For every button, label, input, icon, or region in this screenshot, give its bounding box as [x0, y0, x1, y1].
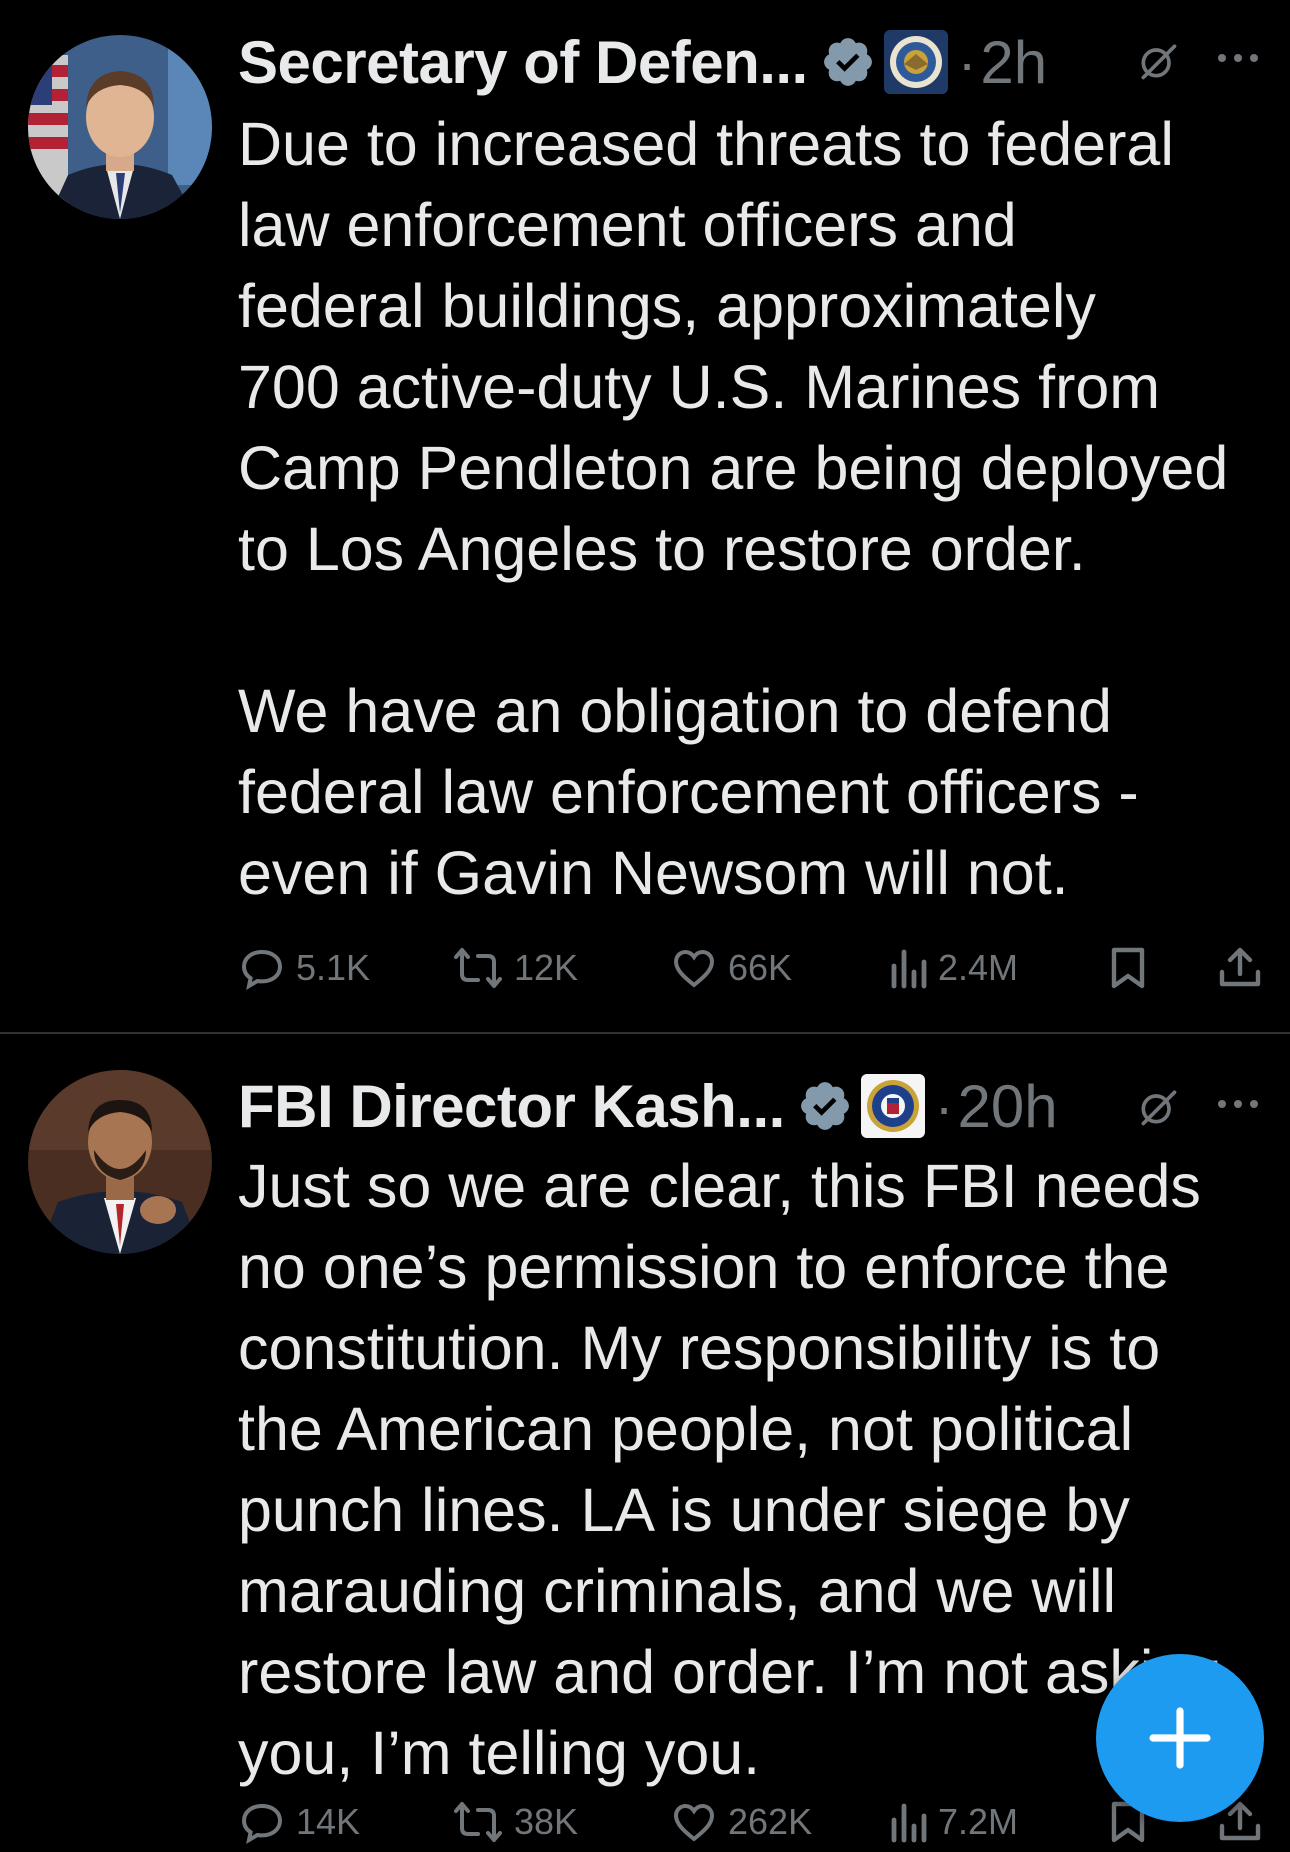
- author-name[interactable]: FBI Director Kash...: [238, 1072, 785, 1141]
- share-button[interactable]: [1216, 938, 1264, 998]
- reply-icon: [241, 949, 283, 991]
- separator-dot: ·: [934, 1074, 954, 1138]
- tweet-text: Due to increased threats to federal law …: [238, 104, 1278, 914]
- tweet-paragraph: We have an obligation to defend federal …: [238, 677, 1139, 907]
- repost-button[interactable]: 38K: [452, 1792, 578, 1852]
- reply-button[interactable]: 5.1K: [238, 938, 370, 998]
- like-count: 66K: [728, 947, 793, 988]
- like-button[interactable]: 262K: [670, 1792, 812, 1852]
- more-horizontal-icon[interactable]: [1208, 38, 1268, 78]
- tweet-paragraph: Due to increased threats to federal law …: [238, 110, 1229, 583]
- verified-badge-icon[interactable]: [820, 34, 876, 90]
- repost-count: 12K: [514, 947, 579, 988]
- fbi-seal-icon[interactable]: [860, 1074, 925, 1138]
- heart-icon: [673, 1803, 715, 1842]
- tweet-actions: 14K 38K 262K 7.2M: [238, 1792, 1278, 1852]
- reply-count: 14K: [296, 1801, 361, 1842]
- avatar-image: [28, 35, 212, 219]
- tweet-actions: 5.1K 12K 66K 2.4M: [238, 938, 1278, 998]
- tweet[interactable]: Secretary of Defen... · 2h Due to increa…: [0, 0, 1290, 1032]
- bookmark-icon: [1111, 947, 1145, 989]
- avatar[interactable]: [28, 1070, 212, 1254]
- like-button[interactable]: 66K: [670, 938, 792, 998]
- verified-badge-icon[interactable]: [797, 1078, 853, 1134]
- separator-dot: ·: [957, 30, 977, 94]
- heart-icon: [673, 949, 715, 988]
- avatar[interactable]: [28, 35, 212, 219]
- repost-icon: [454, 948, 502, 988]
- author-name[interactable]: Secretary of Defen...: [238, 28, 808, 97]
- reply-icon: [241, 1803, 283, 1845]
- tweet-timestamp[interactable]: 2h: [980, 28, 1047, 97]
- grok-icon[interactable]: [1130, 33, 1186, 89]
- tweet-header: FBI Director Kash... · 20h: [238, 1066, 1278, 1146]
- views-button[interactable]: 7.2M: [888, 1792, 1018, 1852]
- department-of-defense-seal-icon[interactable]: [883, 30, 948, 94]
- tweet-header: Secretary of Defen... · 2h: [238, 22, 1278, 102]
- repost-button[interactable]: 12K: [452, 938, 578, 998]
- tweet-timestamp[interactable]: 20h: [957, 1072, 1057, 1141]
- view-count: 2.4M: [938, 947, 1019, 988]
- compose-post-button[interactable]: [1096, 1654, 1264, 1822]
- repost-count: 38K: [514, 1801, 579, 1842]
- like-count: 262K: [728, 1801, 813, 1842]
- reply-button[interactable]: 14K: [238, 1792, 360, 1852]
- share-icon: [1219, 947, 1261, 987]
- bookmark-button[interactable]: [1106, 938, 1150, 998]
- analytics-icon: [891, 1803, 927, 1843]
- analytics-icon: [891, 949, 927, 989]
- view-count: 7.2M: [938, 1801, 1019, 1842]
- reply-count: 5.1K: [296, 947, 371, 988]
- plus-icon: [1149, 1707, 1211, 1769]
- views-button[interactable]: 2.4M: [888, 938, 1018, 998]
- more-horizontal-icon[interactable]: [1208, 1084, 1268, 1124]
- grok-icon[interactable]: [1130, 1079, 1186, 1135]
- avatar-image: [28, 1070, 212, 1254]
- repost-icon: [454, 1802, 502, 1842]
